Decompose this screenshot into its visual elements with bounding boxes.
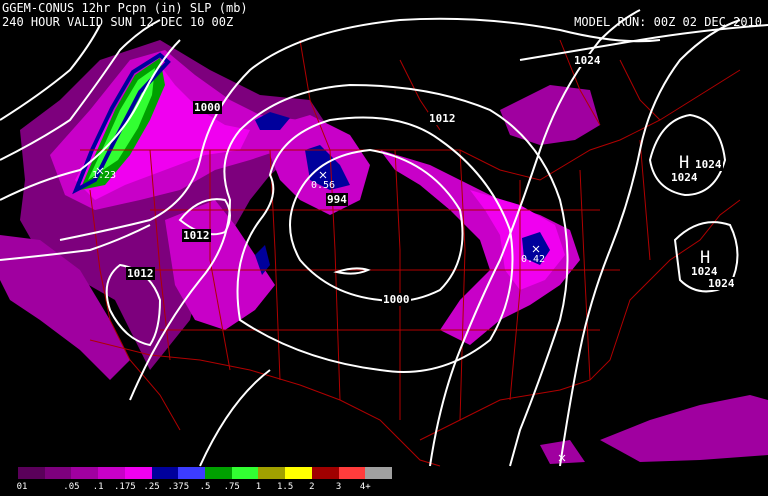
isobar-label: 1012	[428, 112, 457, 125]
map-title: GGEM-CONUS 12hr Pcpn (in) SLP (mb)	[2, 1, 248, 15]
legend-tick-label: 2	[309, 482, 315, 492]
isobar-label: 1024	[694, 158, 723, 171]
state-line-8	[579, 169, 591, 381]
state-line-9	[639, 139, 651, 261]
state-line-3	[269, 149, 281, 381]
legend-swatch	[178, 467, 206, 479]
legend-tick-label: 3	[335, 482, 342, 492]
legend-tick-label: .75	[223, 482, 240, 492]
isobar-label: 1012	[126, 267, 155, 280]
legend-swatch	[285, 467, 312, 479]
precip-greatlakes-light	[500, 85, 600, 145]
model-run-label: MODEL RUN: 00Z 02 DEC 2010	[574, 15, 762, 29]
valid-time: 240 HOUR VALID SUN 12 DEC 10 00Z	[2, 15, 234, 29]
canada-provinces	[299, 39, 661, 151]
legend-tick-label: .175	[114, 482, 136, 492]
precip-atlantic-light	[600, 395, 768, 462]
precip-shading	[0, 40, 768, 464]
precip-point-value: 0.42	[521, 254, 546, 265]
legend-swatch	[231, 467, 259, 479]
legend-swatch	[71, 467, 99, 479]
precip-legend	[18, 467, 393, 479]
legend-tick-label: 1	[255, 482, 262, 492]
legend-tick-label: .25	[143, 482, 160, 492]
legend-swatch	[151, 467, 179, 479]
isobar-label: 1024	[707, 277, 736, 290]
isobar-label: 1012	[182, 229, 211, 242]
high-pressure-center: H	[679, 153, 690, 173]
legend-tick-label: 1.5	[277, 482, 294, 492]
isobar-label: 1000	[193, 101, 222, 114]
legend-swatch	[98, 467, 125, 479]
isobar-label: 994	[326, 193, 348, 206]
legend-tick-label: 01	[16, 482, 28, 492]
legend-swatch	[205, 467, 232, 479]
legend-swatch	[18, 467, 45, 479]
isobar-low-inner	[333, 267, 371, 275]
legend-swatch	[124, 467, 152, 479]
legend-swatch	[258, 467, 286, 479]
legend-tick-label: 4+	[359, 482, 371, 492]
legend-swatch	[311, 467, 339, 479]
precip-point-value: 1.23	[92, 170, 117, 181]
precip-point-value: 0.56	[311, 180, 336, 191]
legend-tick-label: .05	[63, 482, 80, 492]
legend-swatch	[44, 467, 72, 479]
legend-tick-label: .375	[167, 482, 190, 492]
legend-swatch	[365, 467, 393, 479]
high-pressure-center: H	[700, 248, 711, 268]
isobar-label: 1024	[573, 54, 602, 67]
legend-swatch	[338, 467, 366, 479]
legend-ticks: 01 .05 .1 .175 .25 .375 .5 .75 1 1.5 2 3 4+	[0, 482, 768, 494]
precip-map	[0, 9, 768, 467]
weather-map-panel: GGEM-CONUS 12hr Pcpn (in) SLP (mb) 240 H…	[0, 0, 768, 496]
border-us-mexico	[89, 339, 441, 467]
legend-tick-label: .1	[92, 482, 104, 492]
isobar-label: 1000	[382, 293, 411, 306]
state-line-5	[394, 149, 401, 420]
legend-tick-label: .5	[199, 482, 211, 492]
